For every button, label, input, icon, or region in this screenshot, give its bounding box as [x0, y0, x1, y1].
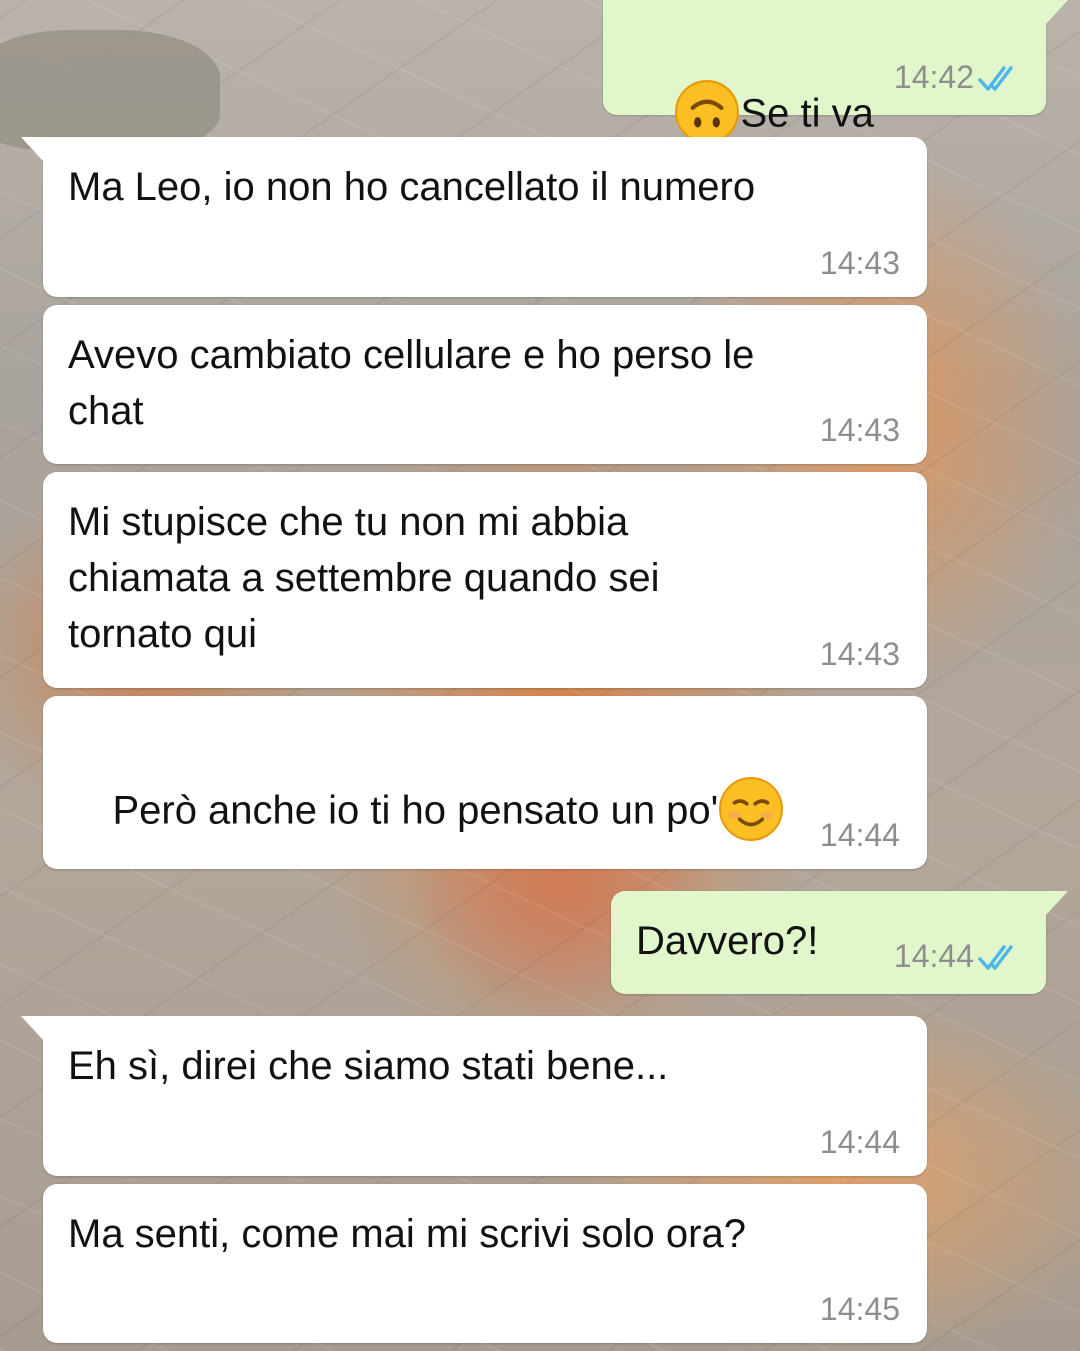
message-incoming[interactable]: Ma senti, come mai mi scrivi solo ora? 1…: [43, 1184, 927, 1343]
message-incoming[interactable]: Avevo cambiato cellulare e ho perso le c…: [43, 305, 927, 464]
upside-down-face-emoji-icon: [675, 80, 740, 144]
message-outgoing[interactable]: Se ti va 14:42: [603, 0, 1068, 144]
message-timestamp: 14:45: [819, 1291, 900, 1327]
read-ticks-icon: [978, 66, 1013, 91]
message-incoming[interactable]: Mi stupisce che tu non mi abbia chiamata…: [43, 472, 927, 688]
message-incoming[interactable]: Ma Leo, io non ho cancellato il numero 1…: [21, 137, 927, 297]
message-text: Se ti va: [740, 91, 874, 136]
message-text: Ma senti, come mai mi scrivi solo ora?: [68, 1212, 746, 1256]
message-timestamp: 14:44: [893, 938, 974, 974]
message-timestamp: 14:44: [819, 817, 900, 853]
message-timestamp: 14:43: [819, 412, 900, 448]
message-text: Mi stupisce che tu non mi abbia chiamata…: [68, 500, 660, 656]
message-outgoing[interactable]: Davvero?! 14:44: [611, 891, 1068, 994]
read-ticks-icon: [978, 945, 1013, 970]
message-incoming[interactable]: Però anche io ti ho pensato un po' 14:44: [43, 696, 927, 869]
message-text: Avevo cambiato cellulare e ho perso le c…: [68, 333, 755, 433]
message-text: Eh sì, direi che siamo stati bene...: [68, 1044, 669, 1088]
message-timestamp: 14:44: [819, 1124, 900, 1160]
message-timestamp: 14:42: [893, 59, 974, 95]
message-text: Però anche io ti ho pensato un po': [112, 788, 719, 833]
message-timestamp: 14:43: [819, 245, 900, 281]
smiling-face-emoji-icon: [719, 777, 784, 841]
message-incoming[interactable]: Eh sì, direi che siamo stati bene... 14:…: [21, 1016, 927, 1176]
message-text: Ma Leo, io non ho cancellato il numero: [68, 165, 756, 209]
message-timestamp: 14:43: [819, 636, 900, 672]
